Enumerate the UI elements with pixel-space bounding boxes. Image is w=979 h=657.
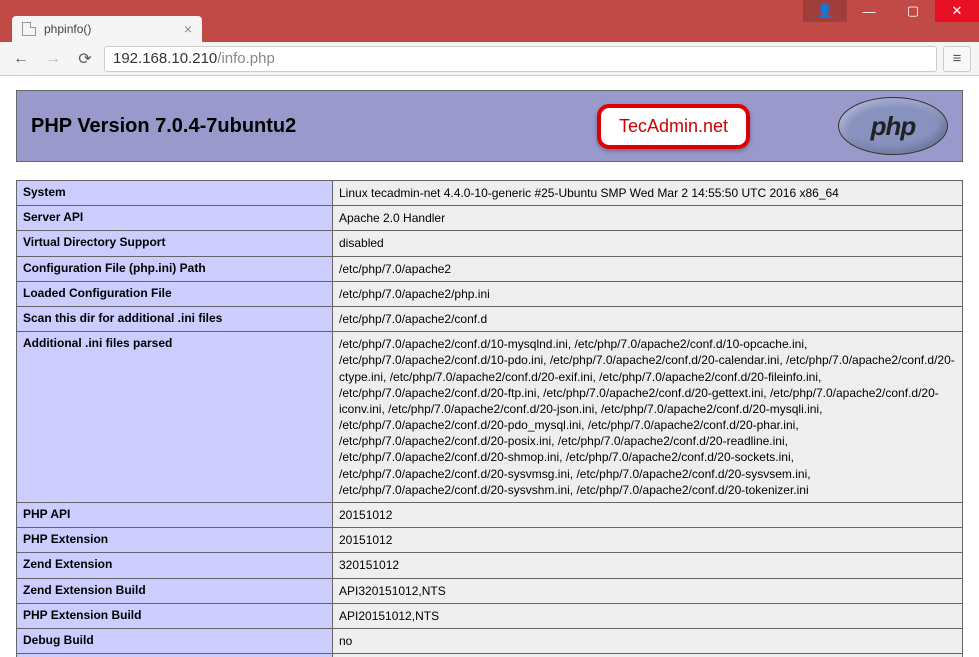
config-key: Additional .ini files parsed [17,332,333,503]
user-icon[interactable]: 👤 [803,0,847,22]
config-value: API20151012,NTS [333,603,963,628]
table-row: Zend Extension320151012 [17,553,963,578]
config-key: Virtual Directory Support [17,231,333,256]
browser-menu-button[interactable]: ≡ [943,46,971,72]
table-row: PHP Extension BuildAPI20151012,NTS [17,603,963,628]
config-value: 20151012 [333,528,963,553]
php-header: PHP Version 7.0.4-7ubuntu2 TecAdmin.net … [16,90,963,162]
config-value: /etc/php/7.0/apache2/php.ini [333,281,963,306]
config-value: Apache 2.0 Handler [333,206,963,231]
config-key: Server API [17,206,333,231]
reload-button[interactable]: ⟳ [72,46,98,72]
config-value: 320151012 [333,553,963,578]
config-key: Zend Extension Build [17,578,333,603]
table-row: Server APIApache 2.0 Handler [17,206,963,231]
config-value: disabled [333,231,963,256]
config-value: no [333,628,963,653]
back-button[interactable]: ← [8,46,34,72]
config-value: Linux tecadmin-net 4.4.0-10-generic #25-… [333,181,963,206]
window-controls: 👤 — ▢ ✕ [803,0,979,22]
minimize-button[interactable]: — [847,0,891,22]
config-key: Loaded Configuration File [17,281,333,306]
table-row: Configuration File (php.ini) Path/etc/ph… [17,256,963,281]
address-bar: ← → ⟳ 192.168.10.210/info.php ≡ [0,42,979,76]
tab-close-icon[interactable]: × [184,21,192,37]
tecadmin-watermark: TecAdmin.net [597,104,750,149]
config-key: PHP Extension [17,528,333,553]
url-domain: 192.168.10.210 [113,50,217,67]
close-button[interactable]: ✕ [935,0,979,22]
config-value: /etc/php/7.0/apache2/conf.d/10-mysqlnd.i… [333,332,963,503]
browser-tab[interactable]: phpinfo() × [12,16,202,42]
table-row: PHP Extension20151012 [17,528,963,553]
page-content: PHP Version 7.0.4-7ubuntu2 TecAdmin.net … [0,76,979,657]
table-row: SystemLinux tecadmin-net 4.4.0-10-generi… [17,181,963,206]
url-input[interactable]: 192.168.10.210/info.php [104,46,937,72]
config-value: /etc/php/7.0/apache2 [333,256,963,281]
table-row: Zend Extension BuildAPI320151012,NTS [17,578,963,603]
config-value: 20151012 [333,503,963,528]
config-key: Thread Safety [17,654,333,657]
config-value: API320151012,NTS [333,578,963,603]
php-version-title: PHP Version 7.0.4-7ubuntu2 [31,115,296,138]
config-key: Scan this dir for additional .ini files [17,306,333,331]
config-key: Debug Build [17,628,333,653]
page-icon [22,22,36,36]
forward-button[interactable]: → [40,46,66,72]
php-logo: php [838,97,948,155]
table-row: PHP API20151012 [17,503,963,528]
table-row: Loaded Configuration File/etc/php/7.0/ap… [17,281,963,306]
table-row: Virtual Directory Supportdisabled [17,231,963,256]
table-row: Scan this dir for additional .ini files/… [17,306,963,331]
phpinfo-table: SystemLinux tecadmin-net 4.4.0-10-generi… [16,180,963,657]
php-logo-icon: php [838,97,948,155]
config-key: System [17,181,333,206]
table-row: Thread Safetydisabled [17,654,963,657]
config-value: /etc/php/7.0/apache2/conf.d [333,306,963,331]
table-row: Additional .ini files parsed/etc/php/7.0… [17,332,963,503]
tab-title: phpinfo() [44,22,91,36]
config-key: PHP Extension Build [17,603,333,628]
config-key: Zend Extension [17,553,333,578]
config-key: PHP API [17,503,333,528]
url-path: /info.php [217,50,275,67]
maximize-button[interactable]: ▢ [891,0,935,22]
config-key: Configuration File (php.ini) Path [17,256,333,281]
config-value: disabled [333,654,963,657]
table-row: Debug Buildno [17,628,963,653]
